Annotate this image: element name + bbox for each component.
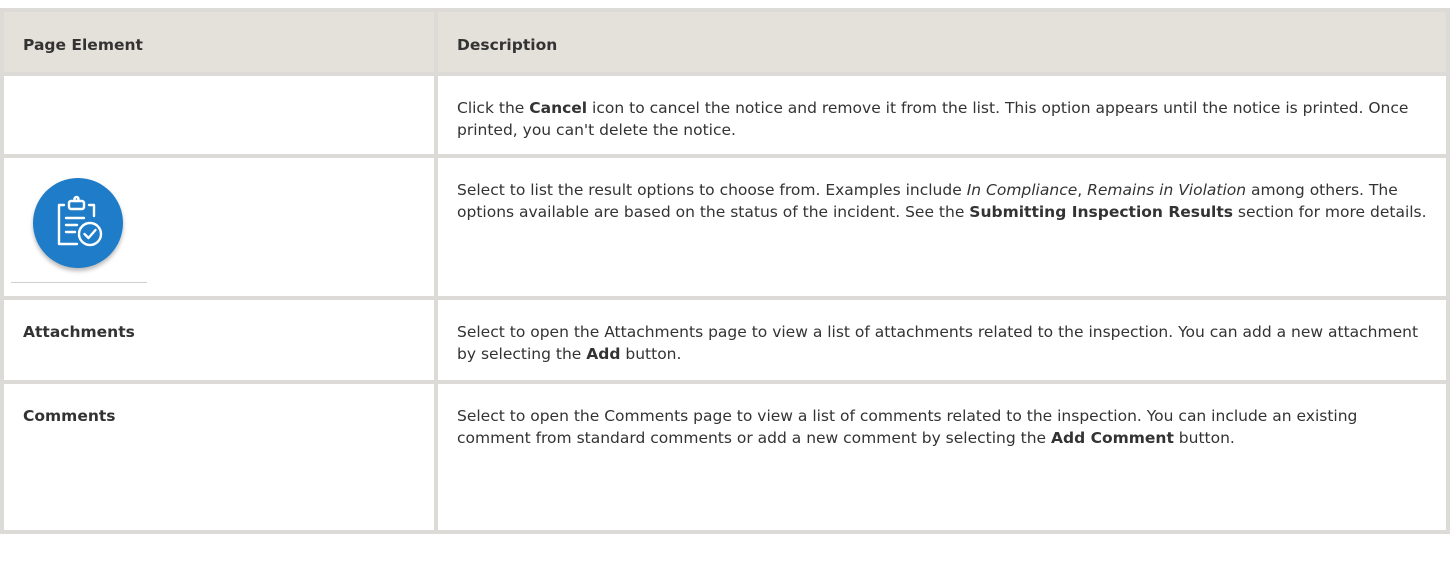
text-run: button.	[620, 345, 682, 363]
attachments-description: Select to open the Attachments page to v…	[457, 321, 1427, 365]
clipboard-check-glyph	[57, 195, 103, 247]
header-page-element: Page Element	[0, 8, 438, 76]
text-run: Click the	[457, 99, 530, 117]
text-run: ,	[1077, 181, 1088, 199]
comments-description-cell: Select to open the Comments page to view…	[434, 380, 1450, 534]
result-description: Select to list the result options to cho…	[457, 179, 1427, 223]
attachments-element-cell: Attachments	[0, 296, 438, 384]
cancel-description: Click the Cancel icon to cancel the noti…	[457, 97, 1427, 141]
table-header-row: Page Element Description	[0, 8, 1450, 76]
add-comment-term: Add Comment	[1050, 429, 1174, 447]
result-icon-image	[11, 166, 147, 283]
cancel-element-cell	[0, 72, 438, 158]
header-description: Description	[434, 8, 1450, 76]
table-row-comments: Comments Select to open the Comments pag…	[0, 380, 1450, 534]
result-description-cell: Select to list the result options to cho…	[434, 154, 1450, 300]
table-row-result: Select to list the result options to cho…	[0, 154, 1450, 300]
attachments-description-cell: Select to open the Attachments page to v…	[434, 296, 1450, 384]
add-term: Add	[586, 345, 621, 363]
example-term: Remains in Violation	[1087, 181, 1247, 199]
cancel-description-cell: Click the Cancel icon to cancel the noti…	[434, 72, 1450, 158]
section-reference: Submitting Inspection Results	[969, 203, 1233, 221]
text-run: section for more details.	[1233, 203, 1427, 221]
text-run: icon to cancel the notice and remove it …	[457, 99, 1409, 139]
page-elements-table: Page Element Description Click the Cance…	[0, 8, 1450, 534]
table-row-attachments: Attachments Select to open the Attachmen…	[0, 296, 1450, 384]
cancel-term: Cancel	[529, 99, 588, 117]
comments-element-cell: Comments	[0, 380, 438, 534]
clipboard-check-icon	[33, 178, 123, 268]
comments-description: Select to open the Comments page to view…	[457, 405, 1427, 449]
table-row-cancel: Click the Cancel icon to cancel the noti…	[0, 72, 1450, 158]
example-term: In Compliance	[966, 181, 1078, 199]
text-run: Select to list the result options to cho…	[457, 181, 967, 199]
result-element-cell	[0, 154, 438, 300]
text-run: button.	[1173, 429, 1235, 447]
